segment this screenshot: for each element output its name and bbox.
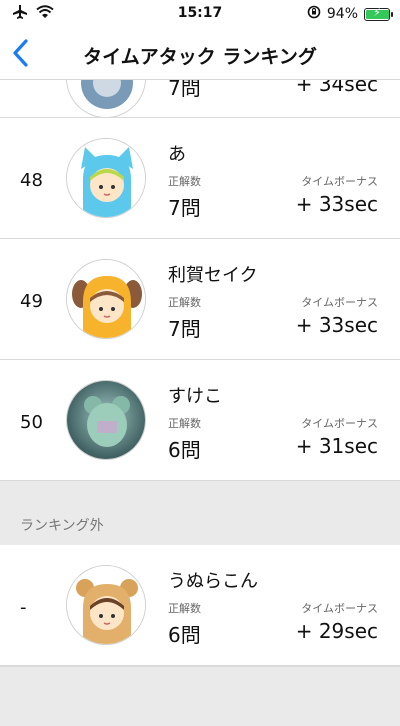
rank-number: 48: [20, 170, 43, 191]
avatar: [66, 138, 146, 218]
ranking-row[interactable]: 49 利賀セイク 正解数 タイムボーナス 7問 + 33sec: [0, 239, 400, 360]
correct-count: 6問: [168, 623, 201, 647]
status-bar: 15:17 94% ⚡: [0, 0, 400, 28]
ranking-list[interactable]: 7問 + 34sec 48 あ 正解数 タイムボーナス 7問 + 33sec 4…: [0, 80, 400, 726]
battery-icon: ⚡: [364, 6, 393, 21]
section-header: ランキング外: [0, 481, 400, 545]
avatar: [66, 259, 146, 339]
time-bonus: + 33sec: [295, 192, 378, 216]
correct-label: 正解数: [168, 417, 201, 430]
bonus-label: タイムボーナス: [301, 602, 378, 615]
time-bonus: + 34sec: [295, 80, 378, 96]
battery-percent: 94%: [326, 6, 358, 22]
time-bonus: + 33sec: [295, 313, 378, 337]
ranking-row[interactable]: - うぬらこん 正解数 タイムボーナス 6問 + 29sec: [0, 545, 400, 666]
rank-number: 49: [20, 291, 43, 312]
ranking-row[interactable]: 48 あ 正解数 タイムボーナス 7問 + 33sec: [0, 118, 400, 239]
correct-label: 正解数: [168, 296, 201, 309]
correct-count: 7問: [168, 196, 201, 220]
ranking-row[interactable]: 7問 + 34sec: [0, 80, 400, 118]
correct-count: 7問: [168, 317, 201, 341]
player-name: うぬらこん: [168, 571, 258, 592]
rank-number: 50: [20, 412, 43, 433]
avatar: [66, 380, 146, 460]
ranking-row[interactable]: 50 すけこ 正解数 タイムボーナス 6問 + 31sec: [0, 360, 400, 481]
bonus-label: タイムボーナス: [301, 417, 378, 430]
footer-spacer: [0, 666, 400, 726]
avatar: [66, 565, 146, 645]
page-title: タイムアタック ランキング: [83, 46, 317, 68]
rank-number: -: [20, 597, 27, 618]
avatar: [66, 80, 146, 117]
section-label: ランキング外: [20, 518, 104, 534]
correct-label: 正解数: [168, 175, 201, 188]
player-name: 利賀セイク: [168, 265, 258, 286]
bonus-label: タイムボーナス: [301, 175, 378, 188]
time-bonus: + 29sec: [295, 619, 378, 643]
bonus-label: タイムボーナス: [301, 296, 378, 309]
correct-count: 7問: [168, 80, 201, 100]
player-name: あ: [168, 144, 186, 165]
navigation-bar: タイムアタック ランキング: [0, 28, 400, 80]
time-bonus: + 31sec: [295, 434, 378, 458]
correct-count: 6問: [168, 438, 201, 462]
player-name: すけこ: [168, 386, 222, 407]
correct-label: 正解数: [168, 602, 201, 615]
status-right: 94% ⚡: [307, 5, 393, 23]
orientation-lock-icon: [307, 5, 321, 23]
